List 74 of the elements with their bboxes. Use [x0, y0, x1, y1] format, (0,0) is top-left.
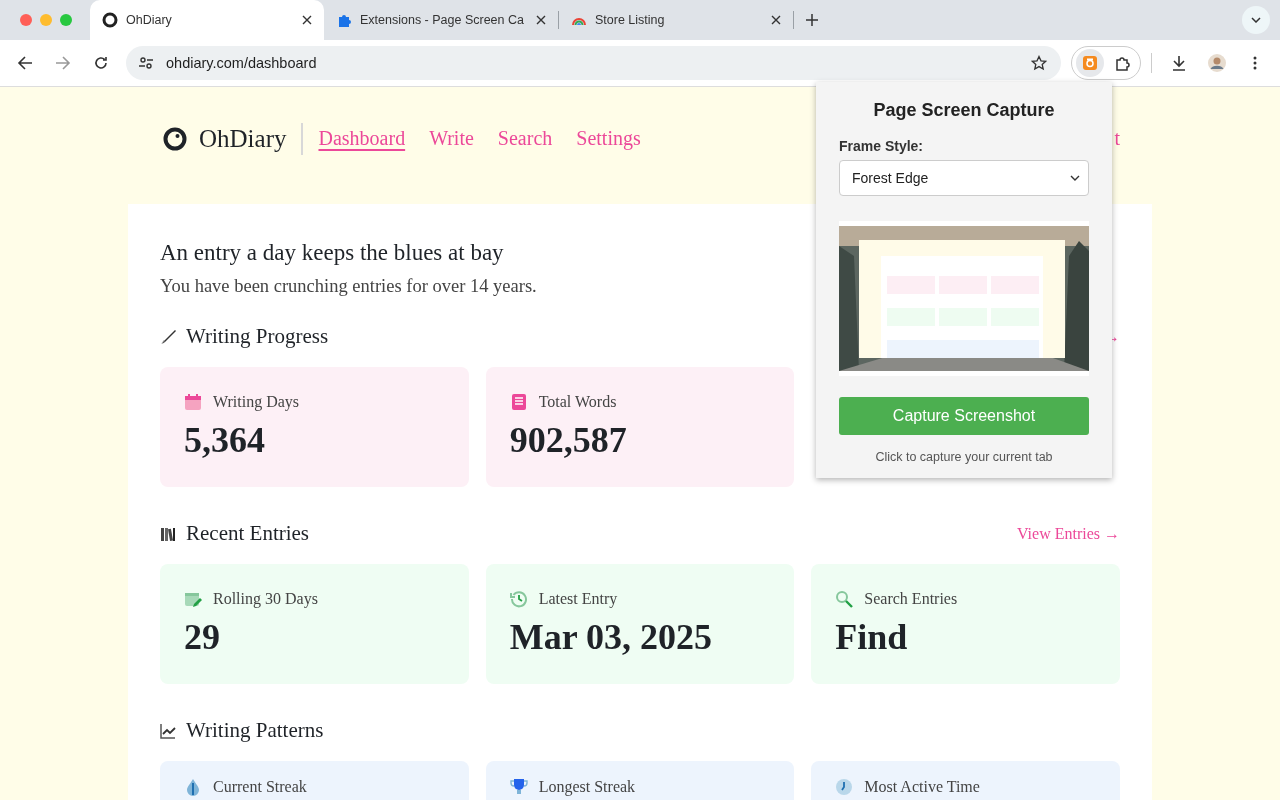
stat-label: Longest Streak	[538, 778, 636, 796]
trophy-icon	[509, 778, 528, 796]
clock-icon	[835, 778, 854, 796]
forward-icon	[55, 55, 71, 71]
stat-card[interactable]: Total Words 902,587	[485, 367, 795, 487]
greeting-title: An entry a day keeps the blues at bay	[160, 240, 505, 266]
stat-card[interactable]: Longest Streak	[485, 761, 795, 800]
plus-icon	[806, 14, 818, 26]
stat-value: 29	[184, 616, 221, 658]
star-icon	[1031, 55, 1047, 71]
chevron-down-icon	[1070, 175, 1080, 181]
greeting-subtitle: You have been crunching entries for over 14 years.	[160, 276, 538, 297]
calendar-pencil-icon	[184, 590, 202, 608]
site-settings-icon	[138, 55, 154, 71]
download-icon	[1171, 55, 1187, 71]
stat-card[interactable]: Most Active Time	[811, 761, 1120, 800]
stat-value: Find	[835, 616, 909, 658]
window-control-icon	[60, 14, 72, 26]
section-link[interactable]: View Entries →	[1017, 524, 1120, 543]
pen-icon	[160, 328, 176, 345]
stat-label: Most Active Time	[864, 778, 980, 796]
popup-title: Page Screen Capture	[872, 100, 1056, 121]
close-icon	[302, 15, 312, 25]
window-control-icon	[40, 14, 52, 26]
books-icon	[160, 525, 176, 542]
address-bar[interactable]: ohdiary.com/dashboard	[126, 46, 1061, 80]
section-title: Recent Entries	[186, 521, 310, 546]
tab-title: Extensions - Page Screen Ca	[360, 13, 525, 27]
search-icon	[835, 590, 854, 608]
tab-search-button[interactable]	[1242, 6, 1270, 34]
stat-value: 902,587	[509, 419, 628, 461]
stat-label: Search Entries	[864, 590, 958, 608]
stat-label: Total Words	[538, 393, 617, 411]
url-text: ohdiary.com/dashboard	[166, 55, 317, 71]
stat-card[interactable]: Latest Entry Mar 03, 2025	[485, 564, 795, 684]
calendar-icon	[184, 393, 202, 411]
chevron-down-icon	[1251, 17, 1261, 23]
stat-label: Rolling 30 Days	[213, 590, 318, 608]
stat-card[interactable]: Writing Days 5,364	[160, 367, 469, 487]
puzzle-icon	[1114, 55, 1130, 71]
stat-card[interactable]: Search Entries Find	[811, 564, 1120, 684]
puzzle-icon	[336, 12, 352, 28]
nav-link[interactable]: Dashboard	[318, 127, 406, 150]
stat-card[interactable]: Rolling 30 Days 29	[160, 564, 469, 684]
history-icon	[509, 590, 528, 608]
logo-icon	[102, 12, 118, 28]
tab-title: OhDiary	[126, 13, 173, 27]
close-icon	[771, 15, 781, 25]
section-title: Writing Patterns	[186, 718, 324, 743]
book-icon	[509, 393, 528, 411]
line-chart-icon	[160, 722, 176, 739]
stat-card[interactable]: Current Streak	[160, 761, 469, 800]
stat-label: Current Streak	[213, 778, 307, 796]
browser-tab[interactable]: OhDiary	[90, 0, 324, 40]
close-icon	[536, 15, 546, 25]
logo-icon	[163, 126, 187, 151]
frame-style-dropdown[interactable]: Forest Edge	[839, 160, 1089, 196]
browser-tab[interactable]: Store Listing	[559, 0, 793, 40]
stat-value: Mar 03, 2025	[509, 616, 713, 658]
stat-label: Latest Entry	[538, 590, 618, 608]
hint-text: Click to capture your current tab	[874, 450, 1054, 464]
camera-icon	[1082, 55, 1098, 71]
field-label: Frame Style:	[839, 138, 925, 154]
browser-tab[interactable]: Extensions - Page Screen Ca	[324, 0, 558, 40]
drop-icon	[184, 778, 202, 796]
stat-label: Writing Days	[213, 393, 299, 411]
section-title: Writing Progress	[186, 324, 329, 349]
window-control-icon	[20, 14, 32, 26]
stat-value: 5,364	[184, 419, 266, 461]
reload-icon	[93, 55, 109, 71]
brand-name[interactable]: OhDiary	[199, 124, 287, 153]
back-icon	[17, 55, 33, 71]
avatar-icon	[1208, 54, 1226, 72]
tab-title: Store Listing	[595, 13, 666, 27]
